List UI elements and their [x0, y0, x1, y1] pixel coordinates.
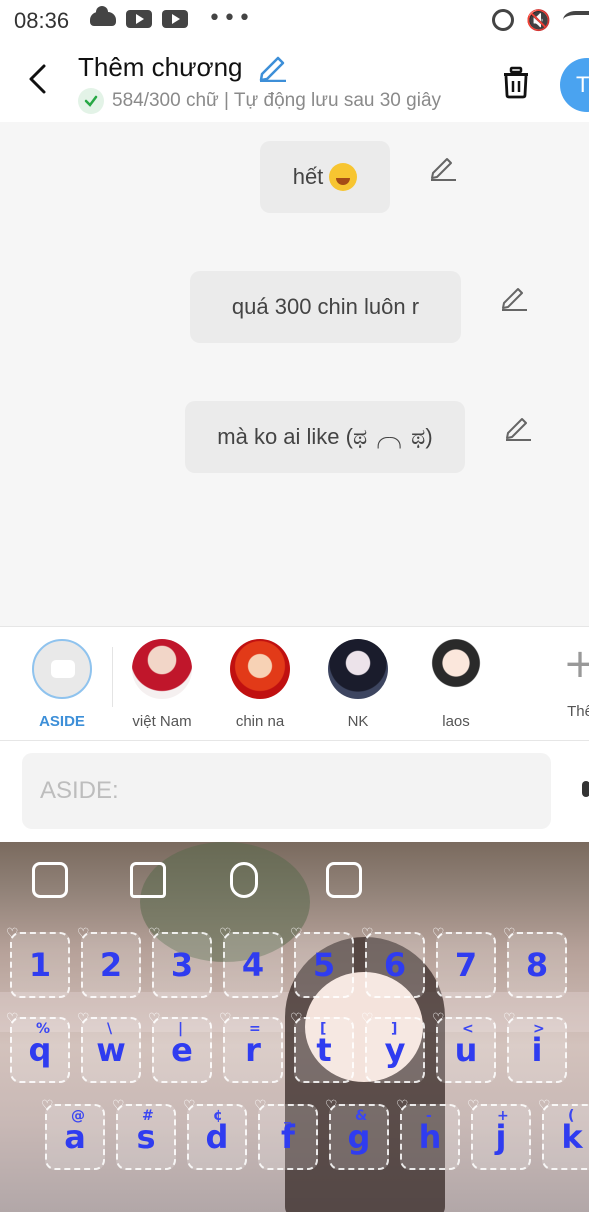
character-name: ASIDE [39, 713, 85, 730]
key-k[interactable]: ♡(k [538, 1098, 589, 1170]
key-f[interactable]: ♡ _ f [254, 1098, 318, 1170]
key-s[interactable]: ♡ # s [112, 1098, 176, 1170]
chapter-messages[interactable]: hết quá 300 chin luôn r mà ko ai like (ಥ… [0, 122, 589, 626]
key-u[interactable]: ♡ < u [432, 1011, 496, 1083]
avatar [230, 639, 290, 699]
character-viet-nam[interactable]: việt Nam [122, 639, 202, 730]
key-7[interactable]: ♡ 7 [432, 926, 496, 998]
publish-avatar-button[interactable]: T [560, 58, 589, 112]
message-input[interactable] [22, 753, 551, 829]
edit-message-icon[interactable] [503, 412, 533, 442]
key-r[interactable]: ♡ = r [219, 1011, 283, 1083]
key-y[interactable]: ♡] y [361, 1011, 425, 1083]
message-bubble[interactable]: mà ko ai like (ಥ╭╮ಥ) [185, 401, 465, 473]
status-bar: 08:36 ••• 🔇 [0, 0, 589, 44]
keyboard-number-row: ♡ 1 ♡ 2 ♡ 3 ♡ 4 ♡ 5 ♡ 6 ♡ 7 ♡ 8 [0, 926, 589, 1002]
youtube-icon [126, 10, 152, 28]
character-selector: ASIDE việt Nam chin na NK laos + Thê [0, 626, 589, 741]
word-count-autosave: 584/300 chữ | Tự động lưu sau 30 giây [112, 90, 442, 111]
message-bubble[interactable]: quá 300 chin luôn r [190, 271, 461, 343]
notification-icons: ••• [90, 6, 253, 31]
trash-icon[interactable] [496, 62, 536, 102]
edit-message-icon[interactable] [428, 152, 458, 182]
avatar [132, 639, 192, 699]
page-title: Thêm chương [78, 52, 243, 82]
key-j[interactable]: ♡ + j [467, 1098, 531, 1170]
app-header: Thêm chương 584/300 chữ | Tự động lưu sa… [0, 44, 589, 122]
key-4[interactable]: ♡ 4 [219, 926, 283, 998]
keyboard-toolbar [0, 842, 589, 922]
check-icon [78, 88, 104, 114]
cloud-icon [90, 6, 116, 26]
youtube-icon [162, 10, 188, 28]
character-name: chin na [235, 713, 285, 730]
message-text: hết [292, 164, 324, 189]
add-character-button[interactable]: + Thê [540, 639, 589, 720]
avatar-initial: T [576, 72, 589, 97]
key-g[interactable]: ♡ & g [325, 1098, 389, 1170]
send-icon[interactable] [582, 781, 589, 797]
status-time: 08:36 [14, 8, 70, 33]
wifi-icon [563, 11, 589, 29]
key-5[interactable]: ♡ 5 [290, 926, 354, 998]
character-name: NK [347, 713, 369, 730]
key-q[interactable]: ♡% q [6, 1011, 70, 1083]
character-name: việt Nam [132, 713, 192, 730]
save-status: 584/300 chữ | Tự động lưu sau 30 giây [78, 88, 470, 114]
divider [112, 647, 113, 707]
key-3[interactable]: ♡ 3 [148, 926, 212, 998]
emoji-icon[interactable] [326, 862, 362, 898]
character-nk[interactable]: NK [318, 639, 398, 730]
key-8[interactable]: ♡ 8 [503, 926, 567, 998]
edit-message-icon[interactable] [499, 282, 529, 312]
sticker-icon[interactable] [32, 862, 68, 898]
microphone-icon[interactable] [230, 862, 258, 898]
key-a[interactable]: ♡ @ a [41, 1098, 105, 1170]
character-chin-na[interactable]: chin na [220, 639, 300, 730]
character-aside[interactable]: ASIDE [22, 639, 102, 730]
plus-icon: + [563, 641, 589, 687]
more-notifications-icon: ••• [208, 6, 253, 31]
key-e[interactable]: ♡ | e [148, 1011, 212, 1083]
key-w[interactable]: ♡ \ w [77, 1011, 141, 1083]
key-1[interactable]: ♡ 1 [6, 926, 70, 998]
system-icons: 🔇 [492, 8, 589, 32]
key-2[interactable]: ♡ 2 [77, 926, 141, 998]
back-arrow-icon[interactable] [22, 62, 56, 96]
message-text: quá 300 chin luôn r [231, 294, 420, 319]
mute-icon: 🔇 [526, 8, 551, 32]
keyboard-middle-row: ♡ @ a ♡ # s ♡ ¢ d ♡ _ f ♡ & g ♡ - h ♡ + j ♡(k [0, 1098, 589, 1174]
edit-title-icon[interactable] [256, 52, 290, 82]
keyboard-top-row: ♡% q ♡ \ w ♡ | e ♡ = r ♡[t ♡] y ♡ < u ♡ > i [0, 1011, 589, 1087]
key-d[interactable]: ♡ ¢ d [183, 1098, 247, 1170]
onscreen-keyboard: ♡ 1 ♡ 2 ♡ 3 ♡ 4 ♡ 5 ♡ 6 ♡ 7 ♡ 8 ♡% q ♡ \ w ♡ | e ♡ = r … [0, 842, 589, 1212]
aside-icon [32, 639, 92, 699]
alarm-icon [492, 9, 515, 31]
key-i[interactable]: ♡ > i [503, 1011, 567, 1083]
message-bubble[interactable]: hết [260, 141, 390, 213]
key-t[interactable]: ♡[t [290, 1011, 354, 1083]
theme-shirt-icon[interactable] [130, 862, 166, 898]
add-character-label: Thê [567, 703, 589, 720]
message-input-area [0, 741, 589, 842]
key-h[interactable]: ♡ - h [396, 1098, 460, 1170]
message-text: mà ko ai like (ಥ╭╮ಥ) [217, 424, 433, 449]
laughing-emoji-icon [329, 163, 358, 191]
character-laos[interactable]: laos [416, 639, 496, 730]
avatar [328, 639, 388, 699]
key-6[interactable]: ♡ 6 [361, 926, 425, 998]
avatar [426, 639, 486, 699]
character-name: laos [442, 713, 470, 730]
